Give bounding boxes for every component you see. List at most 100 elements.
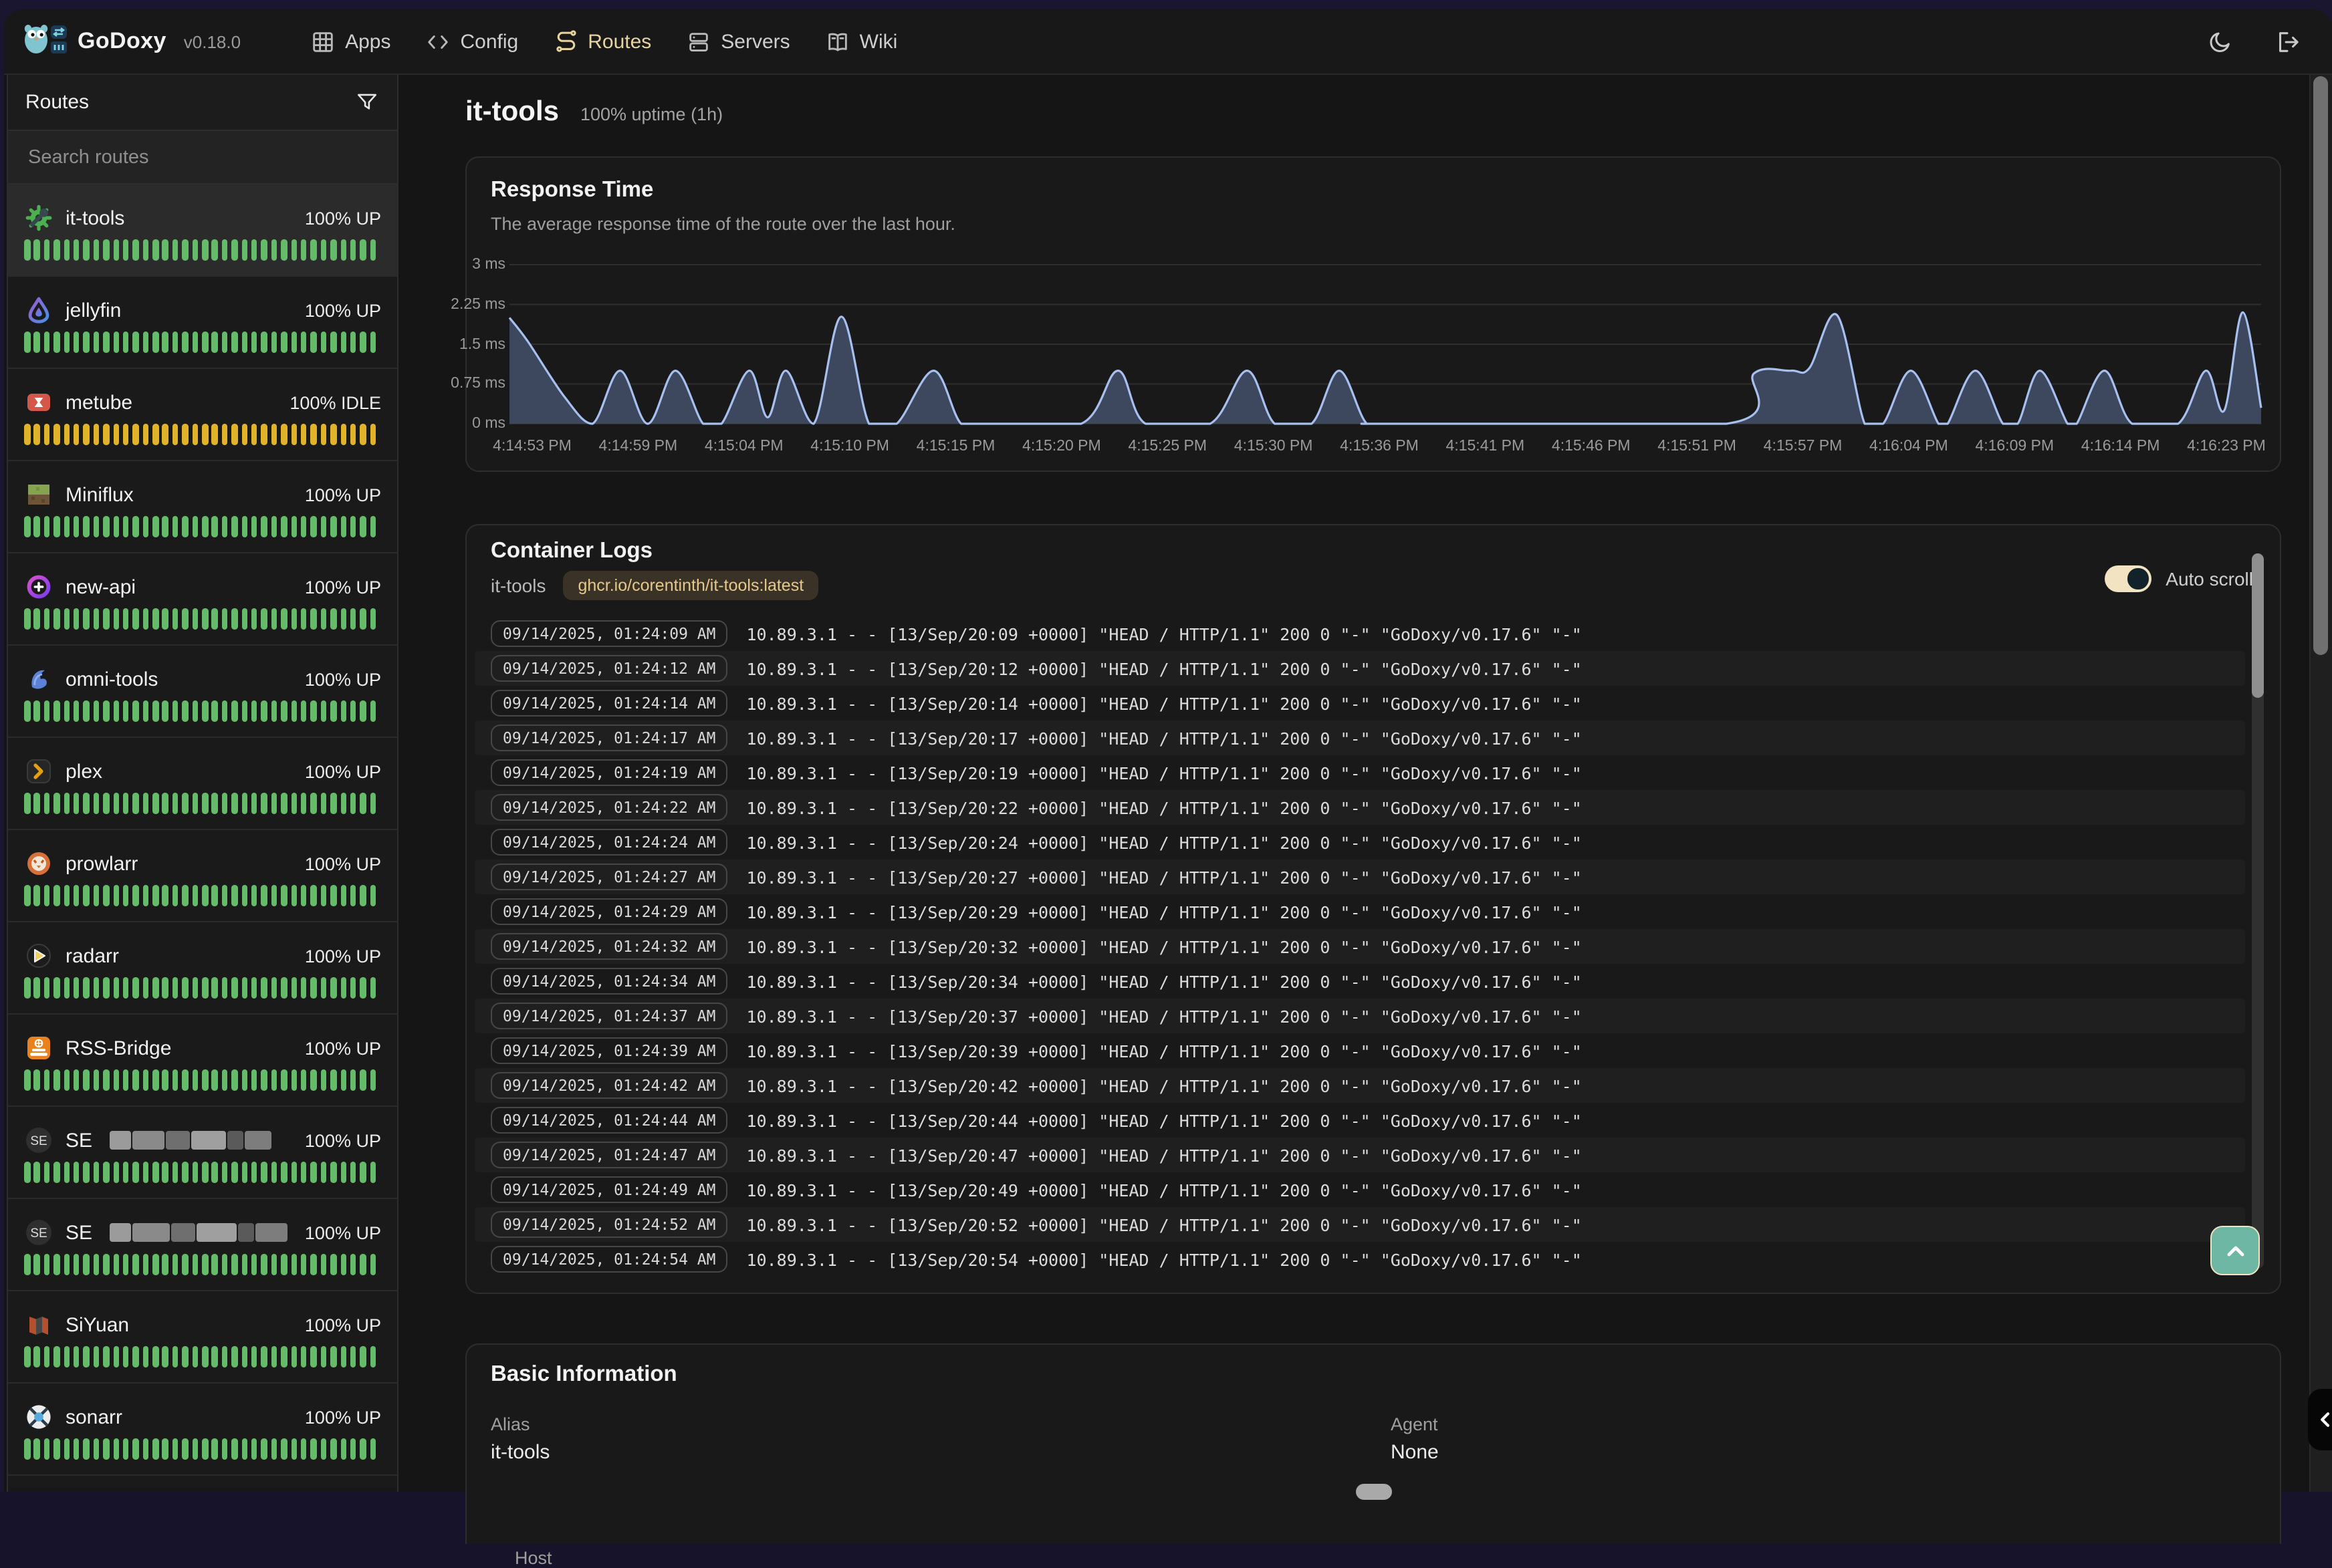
uptime-bar [340,1069,346,1091]
uptime-bar [64,1162,70,1183]
logs-scrollbar[interactable] [2252,553,2264,1269]
uptime-bar [350,1346,356,1367]
sidebar-item-se-2[interactable]: SE SE 100% UP [8,1199,397,1291]
nav-item-wiki[interactable]: Wiki [825,29,898,54]
nav-item-apps[interactable]: Apps [310,29,390,54]
nav-item-servers[interactable]: Servers [686,29,790,54]
uptime-bar [311,239,317,261]
uptime-bar [350,1438,356,1460]
uptime-bar [212,1438,218,1460]
log-container-name: it-tools [491,575,546,596]
page-scrollbar-thumb[interactable] [2313,76,2328,655]
search-input[interactable] [25,145,380,169]
x-tick-label: 4:15:41 PM [1446,438,1525,454]
uptime-bar [330,1162,336,1183]
log-timestamp: 09/14/2025, 01:24:17 AM [491,725,728,751]
uptime-bar [113,1254,119,1275]
uptime-bar [93,1346,99,1367]
sidebar-item-it-tools[interactable]: it-tools 100% UP [8,184,397,277]
route-status: 100% UP [305,577,381,597]
uptime-bar [152,239,158,261]
sidebar-item-prowlarr[interactable]: prowlarr 100% UP [8,830,397,922]
uptime-bar [301,1069,307,1091]
uptime-bar [212,239,218,261]
autoscroll-toggle[interactable] [2104,565,2151,592]
uptime-bar [320,332,326,353]
basic-info-title: Basic Information [491,1362,677,1388]
filter-icon[interactable] [353,89,380,116]
uptime-bar [301,1346,307,1367]
uptime-bar [123,1438,129,1460]
uptime-bar [340,332,346,353]
nav-item-config[interactable]: Config [426,29,519,54]
uptime-bar [222,516,228,537]
uptime-bar [152,885,158,906]
sidebar-item-jellyfin[interactable]: jellyfin 100% UP [8,277,397,369]
uptime-bar [152,516,158,537]
uptime-bar [251,793,257,814]
uptime-bar [350,424,356,445]
uptime-bar [103,1438,109,1460]
uptime-bar [64,1254,70,1275]
logs-scrollbar-thumb[interactable] [2252,553,2264,698]
uptime-bar [340,608,346,630]
sidebar-item-sonarr[interactable]: sonarr 100% UP [8,1384,397,1476]
scroll-top-button[interactable] [2210,1226,2260,1275]
uptime-bar [222,1069,228,1091]
y-tick-label: 2.25 ms [425,297,505,313]
uptime-bar [34,516,40,537]
x-tick-label: 4:16:14 PM [2081,438,2160,454]
theme-toggle-moon-icon[interactable] [2206,28,2233,55]
sidebar-item-plex[interactable]: plex 100% UP [8,738,397,830]
uptime-bar [103,608,109,630]
uptime-bar [34,1254,40,1275]
uptime-bar [183,700,189,722]
uptime-bar [133,1162,139,1183]
uptime-bar [261,239,267,261]
uptime-bar [350,1162,356,1183]
nav-item-routes[interactable]: Routes [553,29,651,54]
logout-icon[interactable] [2273,28,2300,55]
chevron-icon [24,757,53,786]
sidebar-item-se-1[interactable]: SE SE 100% UP [8,1107,397,1199]
sidebar-item-radarr[interactable]: radarr 100% UP [8,922,397,1015]
container-logs-card: Container Logs it-tools ghcr.io/corentin… [465,524,2281,1294]
sidebar-item-miniflux[interactable]: Miniflux 100% UP [8,461,397,553]
uptime-bar [222,1162,228,1183]
uptime-bar [44,424,50,445]
uptime-bar [291,1162,297,1183]
uptime-bar [172,608,179,630]
redacted-block [238,1223,254,1242]
uptime-bar [330,793,336,814]
uptime-bar [74,700,80,722]
uptime-bars [24,1438,381,1460]
sidebar-item-omni-tools[interactable]: omni-tools 100% UP [8,646,397,738]
uptime-bar [53,1438,60,1460]
uptime-bar [261,793,267,814]
sidebar-item-metube[interactable]: metube 100% IDLE [8,369,397,461]
field-host: Host [515,1548,552,1568]
log-message: 10.89.3.1 - - [13/Sep/20:44 +0000] "HEAD… [747,1110,1582,1130]
uptime-bar [172,700,179,722]
uptime-bar [281,700,287,722]
brand[interactable]: GoDoxy v0.18.0 [23,21,241,62]
uptime-bar [152,1069,158,1091]
log-message: 10.89.3.1 - - [13/Sep/20:54 +0000] "HEAD… [747,1249,1582,1269]
uptime-bar [162,239,168,261]
uptime-bar [74,885,80,906]
sidebar-item-new-api[interactable]: new-api 100% UP [8,553,397,646]
uptime-bar [34,1438,40,1460]
uptime-bar [311,1438,317,1460]
sidebar-item-siyuan[interactable]: SiYuan 100% UP [8,1291,397,1384]
log-timestamp: 09/14/2025, 01:24:24 AM [491,829,728,856]
sidebar-item-rss-bridge[interactable]: RSS-Bridge 100% UP [8,1015,397,1107]
uptime-bar [74,1438,80,1460]
panel-collapse-handle[interactable] [2308,1389,2332,1450]
uptime-bar [231,885,237,906]
uptime-bar [172,1069,179,1091]
uptime-bar [281,885,287,906]
uptime-bar [142,793,148,814]
page-title: it-tools [465,96,559,128]
logs-meta: it-tools ghcr.io/corentinth/it-tools:lat… [491,571,818,600]
response-time-chart [467,158,2280,471]
